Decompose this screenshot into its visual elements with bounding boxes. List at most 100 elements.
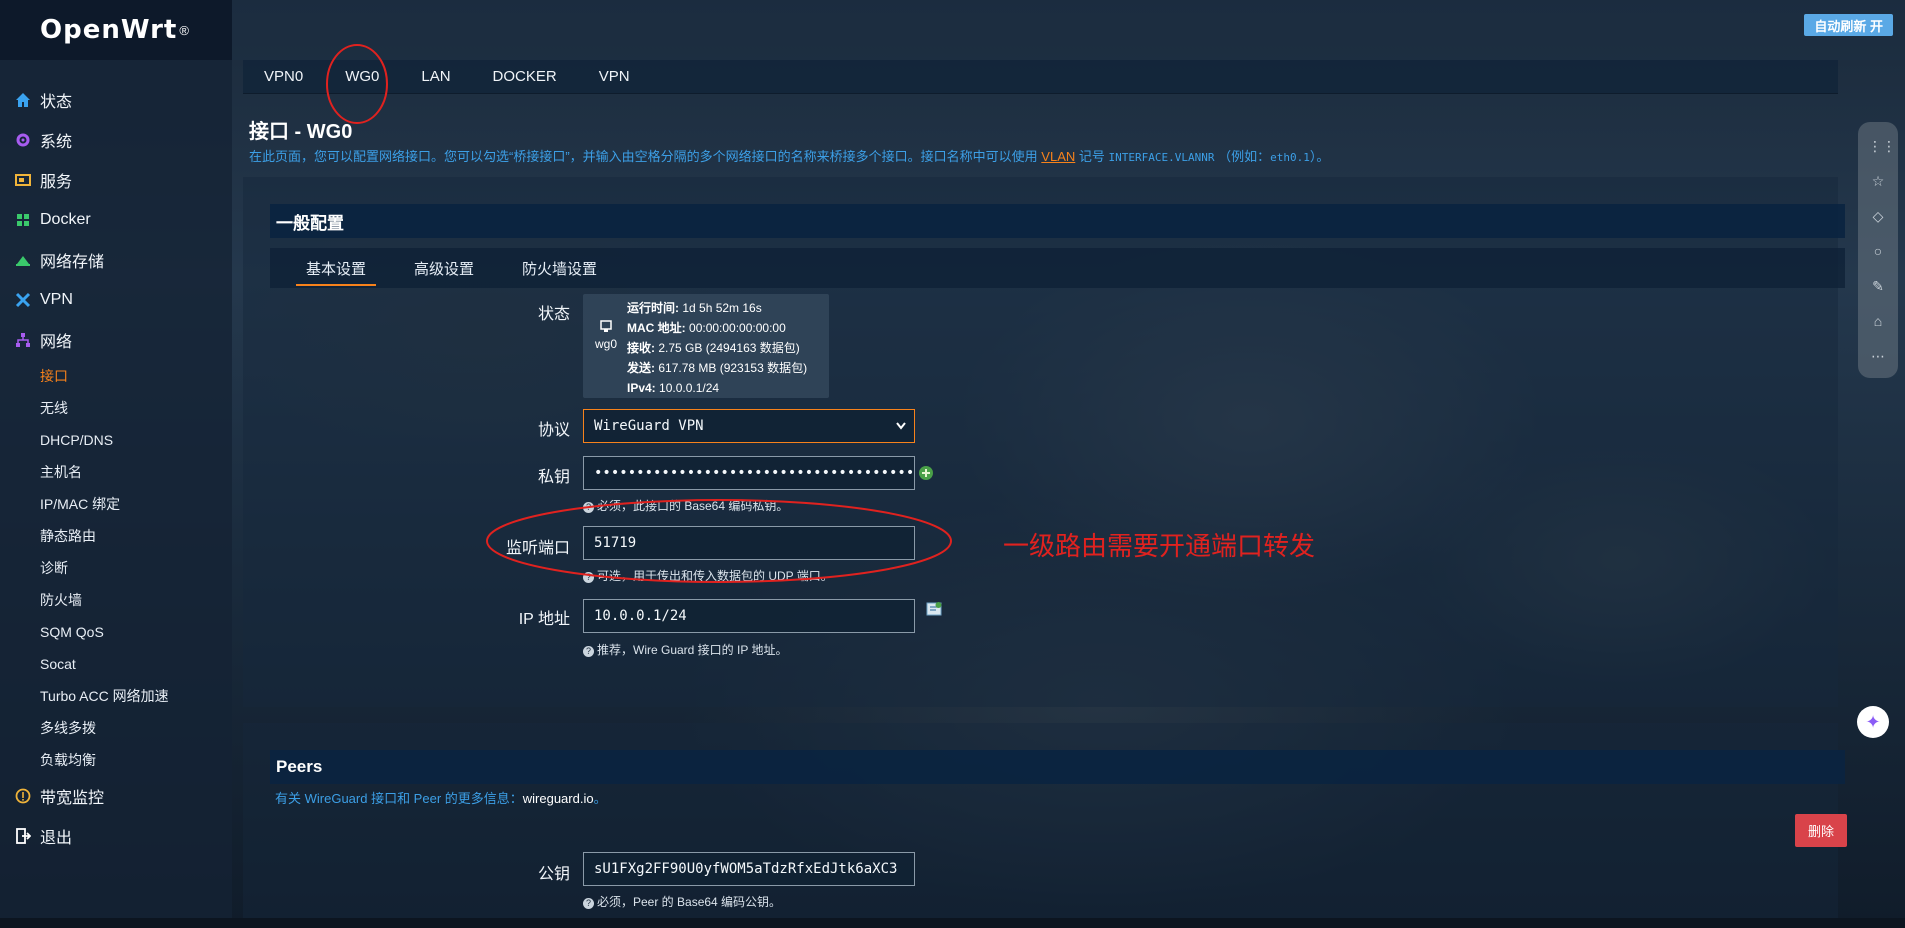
annotation-note: 一级路由需要开通端口转发 [1003,532,1316,562]
comment-icon[interactable]: ○ [1868,241,1888,261]
sidebar-item-label: 系统 [40,134,73,151]
tab-vpn[interactable]: VPN [578,60,651,94]
sidebar-item-nas[interactable]: 网络存储 [0,240,232,280]
sidebar-sub-sqm-qos[interactable]: SQM QoS [0,616,232,648]
ip-address-label: IP 地址 [518,611,570,628]
grid-icon[interactable]: ⋮⋮ [1868,136,1896,156]
sidebar-item-label: 带宽监控 [40,790,105,807]
floating-toolbar: ⋮⋮ ☆ ◇ ○ ✎ ⌂ ⋯ [1858,122,1898,378]
edit-icon[interactable]: ✎ [1868,276,1888,296]
help-icon: ? [583,898,594,909]
tab-docker[interactable]: DOCKER [472,60,578,94]
add-entry-icon[interactable] [926,601,942,620]
general-config-title: 一般配置 [270,204,1845,238]
chevron-down-icon [896,418,906,434]
more-icon[interactable]: ⋯ [1868,346,1888,366]
private-key-input[interactable]: •••••••••••••••••••••••••••••••••••••••• [583,456,915,490]
bandwidth-icon [14,787,32,805]
sidebar: OpenWrt ® 状态 系统 服务 Docker 网络存储 VPN 网络 接口… [0,0,232,928]
public-key-hint-text: 必须，Peer 的 Base64 编码公钥。 [597,895,782,909]
interface-status-box: wg0 运行时间: 1d 5h 52m 16s MAC 地址: 00:00:00… [583,294,829,398]
home-icon [14,91,32,109]
docker-icon [14,211,32,229]
desc-code-example: eth0.1 [1270,151,1310,164]
sidebar-item-services[interactable]: 服务 [0,160,232,200]
page-header: 接口 - WG0 [249,115,352,144]
ipv4-label: IPv4: [627,381,656,395]
public-key-input[interactable]: sU1FXg2FF90U0yfWOM5aTdzRfxEdJtk6aXC3 [583,852,915,886]
desc-code-vlannr: INTERFACE.VLANNR [1108,151,1215,164]
tag-icon[interactable]: ◇ [1868,206,1888,226]
auto-refresh-button[interactable]: 自动刷新 开 [1804,14,1893,36]
tab-vpn0[interactable]: VPN0 [243,60,324,94]
ip-address-input[interactable]: 10.0.0.1/24 [583,599,915,633]
gear-icon [14,131,32,149]
tab-lan[interactable]: LAN [400,60,471,94]
sparkle-icon[interactable]: ✦ [1857,706,1889,738]
listen-port-input[interactable]: 51719 [583,526,915,560]
sidebar-sub-load-balance[interactable]: 负载均衡 [0,744,232,776]
listen-port-label: 监听端口 [505,540,570,557]
sidebar-sub-firewall[interactable]: 防火墙 [0,584,232,616]
vpn-icon [14,291,32,309]
peers-desc-text: 有关 WireGuard 接口和 Peer 的更多信息： [275,791,523,806]
vlan-link[interactable]: VLAN [1041,149,1075,164]
star-icon[interactable]: ☆ [1868,171,1888,191]
reveal-password-icon[interactable] [918,465,934,484]
peers-desc-suffix: 。 [593,791,607,806]
sidebar-sub-wireless[interactable]: 无线 [0,392,232,424]
tab-basic-settings[interactable]: 基本设置 [296,248,377,288]
private-key-label: 私钥 [537,469,570,486]
sidebar-item-label: 网络 [40,334,73,351]
uptime-value: 1d 5h 52m 16s [682,301,762,315]
tab-firewall-settings[interactable]: 防火墙设置 [512,248,607,288]
private-key-hint-text: 必须，此接口的 Base64 编码私钥。 [597,499,789,513]
sidebar-nav: 状态 系统 服务 Docker 网络存储 VPN 网络 接口 无线 DHCP/D… [0,60,232,856]
help-icon: ? [583,646,594,657]
storage-icon [14,251,32,269]
sidebar-item-bandwidth[interactable]: 带宽监控 [0,776,232,816]
sidebar-sub-multiwan[interactable]: 多线多拨 [0,712,232,744]
sidebar-sub-socat[interactable]: Socat [0,648,232,680]
tab-advanced-settings[interactable]: 高级设置 [404,248,484,288]
private-key-hint: ? 必须，此接口的 Base64 编码私钥。 [583,497,788,514]
network-port-icon [600,320,612,332]
rx-value: 2.75 GB (2494163 数据包) [658,341,800,355]
sidebar-sub-dhcp-dns[interactable]: DHCP/DNS [0,424,232,456]
delete-peer-button[interactable]: 删除 [1795,814,1847,847]
page-description: 在此页面，您可以配置网络接口。您可以勾选“桥接接口”，并输入由空格分隔的多个网络… [249,146,1329,165]
sidebar-sub-ip-mac-binding[interactable]: IP/MAC 绑定 [0,488,232,520]
sidebar-item-system[interactable]: 系统 [0,120,232,160]
brand-name: OpenWrt [40,15,178,45]
sidebar-item-logout[interactable]: 退出 [0,816,232,856]
sidebar-item-label: 退出 [40,830,73,847]
sidebar-item-vpn[interactable]: VPN [0,280,232,320]
wireguard-link[interactable]: wireguard.io [523,791,594,806]
uptime-label: 运行时间: [627,301,679,315]
sidebar-item-label: VPN [40,291,73,308]
status-label: 状态 [537,306,570,323]
protocol-label: 协议 [537,422,570,439]
ipv4-value: 10.0.0.1/24 [659,381,720,395]
sidebar-sub-static-routes[interactable]: 静态路由 [0,520,232,552]
sidebar-item-status[interactable]: 状态 [0,80,232,120]
brand[interactable]: OpenWrt ® [0,0,232,60]
help-icon: ? [583,572,594,583]
protocol-select[interactable]: WireGuard VPN [583,409,915,443]
config-subtabs: 基本设置 高级设置 防火墙设置 [270,248,1845,288]
tx-value: 617.78 MB (923153 数据包) [658,361,808,375]
interface-name: wg0 [594,337,617,351]
sidebar-sub-diagnostics[interactable]: 诊断 [0,552,232,584]
desc-mid: 记号 [1078,149,1105,164]
peers-title: Peers [270,750,1845,784]
home-icon[interactable]: ⌂ [1868,311,1888,331]
sidebar-sub-interfaces[interactable]: 接口 [0,360,232,392]
page-title: 接口 - WG0 [249,121,353,143]
logout-icon [14,827,32,845]
taskbar-strip [0,918,1905,928]
sidebar-sub-hostnames[interactable]: 主机名 [0,456,232,488]
tab-wg0[interactable]: WG0 [324,60,400,94]
sidebar-sub-turbo-acc[interactable]: Turbo ACC 网络加速 [0,680,232,712]
sidebar-item-network[interactable]: 网络 [0,320,232,360]
sidebar-item-docker[interactable]: Docker [0,200,232,240]
